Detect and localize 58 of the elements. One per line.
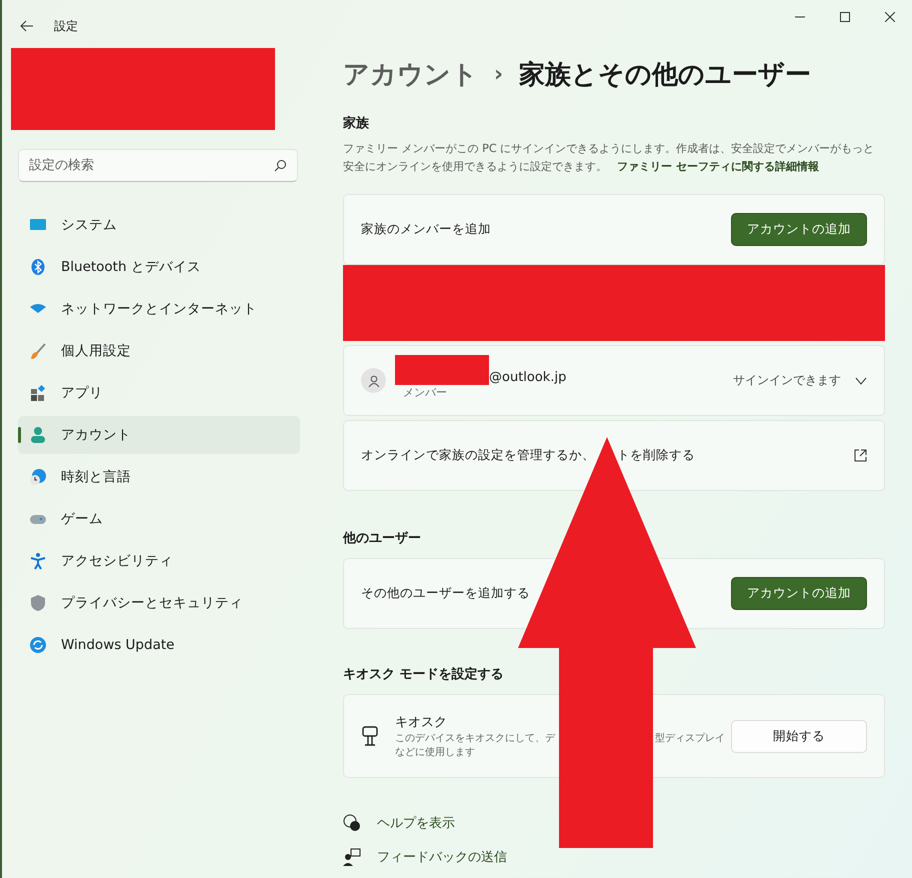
page-title: 家族とその他のユーザー [519, 59, 812, 92]
breadcrumb-separator: › [494, 62, 504, 87]
back-icon[interactable] [20, 20, 34, 32]
row-label: トを削除する [617, 447, 696, 464]
paintbrush-icon [29, 342, 47, 360]
sidebar-item[interactable]: Bluetooth とデバイス [18, 248, 300, 286]
feedback-icon [343, 848, 361, 866]
learn-more-link[interactable]: ファミリー セーフティに関する詳細情報 [617, 160, 819, 173]
maximize-icon [840, 12, 850, 22]
accessibility-icon [29, 552, 47, 570]
sidebar-item[interactable]: 個人用設定 [18, 332, 300, 370]
external-link-icon [854, 449, 867, 462]
add-account-button[interactable]: アカウントの追加 [731, 577, 867, 610]
start-button[interactable]: 開始する [731, 720, 867, 752]
footer-link[interactable]: フィードバックの送信 [343, 848, 885, 866]
sidebar-item[interactable]: ネットワークとインターネット [18, 290, 300, 328]
section-heading: 家族 [343, 114, 370, 132]
add-account-button[interactable]: アカウントの追加 [731, 213, 867, 246]
kiosk-icon [361, 726, 379, 746]
apps-icon [29, 384, 47, 402]
kiosk-description: このデバイスをキオスクにして、デ [395, 732, 555, 745]
avatar-icon [361, 368, 386, 393]
bluetooth-icon [29, 258, 47, 276]
window-title: 設定 [54, 18, 78, 34]
close-icon [884, 12, 894, 22]
kiosk-description: 型ディスプレイ [655, 732, 725, 745]
help-icon [343, 814, 361, 832]
search-field[interactable]: 設定の検索 [18, 149, 298, 182]
sidebar-item[interactable]: Windows Update [18, 626, 300, 664]
member-row[interactable]: @outlook.jp メンバー サインインできます [343, 345, 885, 416]
sync-icon [29, 636, 47, 654]
sidebar-item[interactable]: システム [18, 206, 300, 244]
sidebar-item[interactable]: 時刻と言語 [18, 458, 300, 496]
section-heading: キオスク モードを設定する [343, 666, 505, 683]
member-email: @outlook.jp [489, 370, 566, 385]
manage-online-row[interactable]: オンラインで家族の設定を管理するか、 トを削除する [343, 420, 885, 491]
search-icon [274, 159, 287, 172]
sidebar-item[interactable]: アプリ [18, 374, 300, 412]
sidebar-item[interactable]: アクセシビリティ [18, 542, 300, 580]
person-icon [29, 426, 47, 444]
row-label: 家族のメンバーを追加 [361, 221, 491, 238]
section-heading: 他のユーザー [343, 530, 422, 547]
shield-icon [29, 594, 47, 612]
row-label: その他のユーザーを追加する [361, 585, 530, 602]
member-role: メンバー [403, 385, 448, 400]
chevron-icon[interactable] [855, 376, 867, 384]
sidebar-item[interactable]: アカウント [18, 416, 300, 454]
section-description: ファミリー メンバーがこの PC にサインインできるようにします。作成者は、安全設定でメンバーがもっと安全にオンラインを使用できるように設定できます。 ファミリー セーフティに関する詳細情報 [343, 141, 876, 175]
kiosk-title: キオスク [395, 714, 448, 731]
sidebar-item[interactable]: プライバシーとセキュリティ [18, 584, 300, 622]
breadcrumb-link[interactable]: アカウント [343, 57, 478, 92]
search-input[interactable]: 設定の検索 [29, 150, 274, 181]
footer-link[interactable]: ヘルプを表示 [343, 814, 885, 832]
globe-clock-icon [29, 468, 47, 486]
member-status: サインインできます [733, 372, 841, 389]
row-label: オンラインで家族の設定を管理するか、 [361, 447, 596, 464]
kiosk-description: などに使用します [395, 746, 476, 759]
sidebar-item[interactable]: ゲーム [18, 500, 300, 538]
